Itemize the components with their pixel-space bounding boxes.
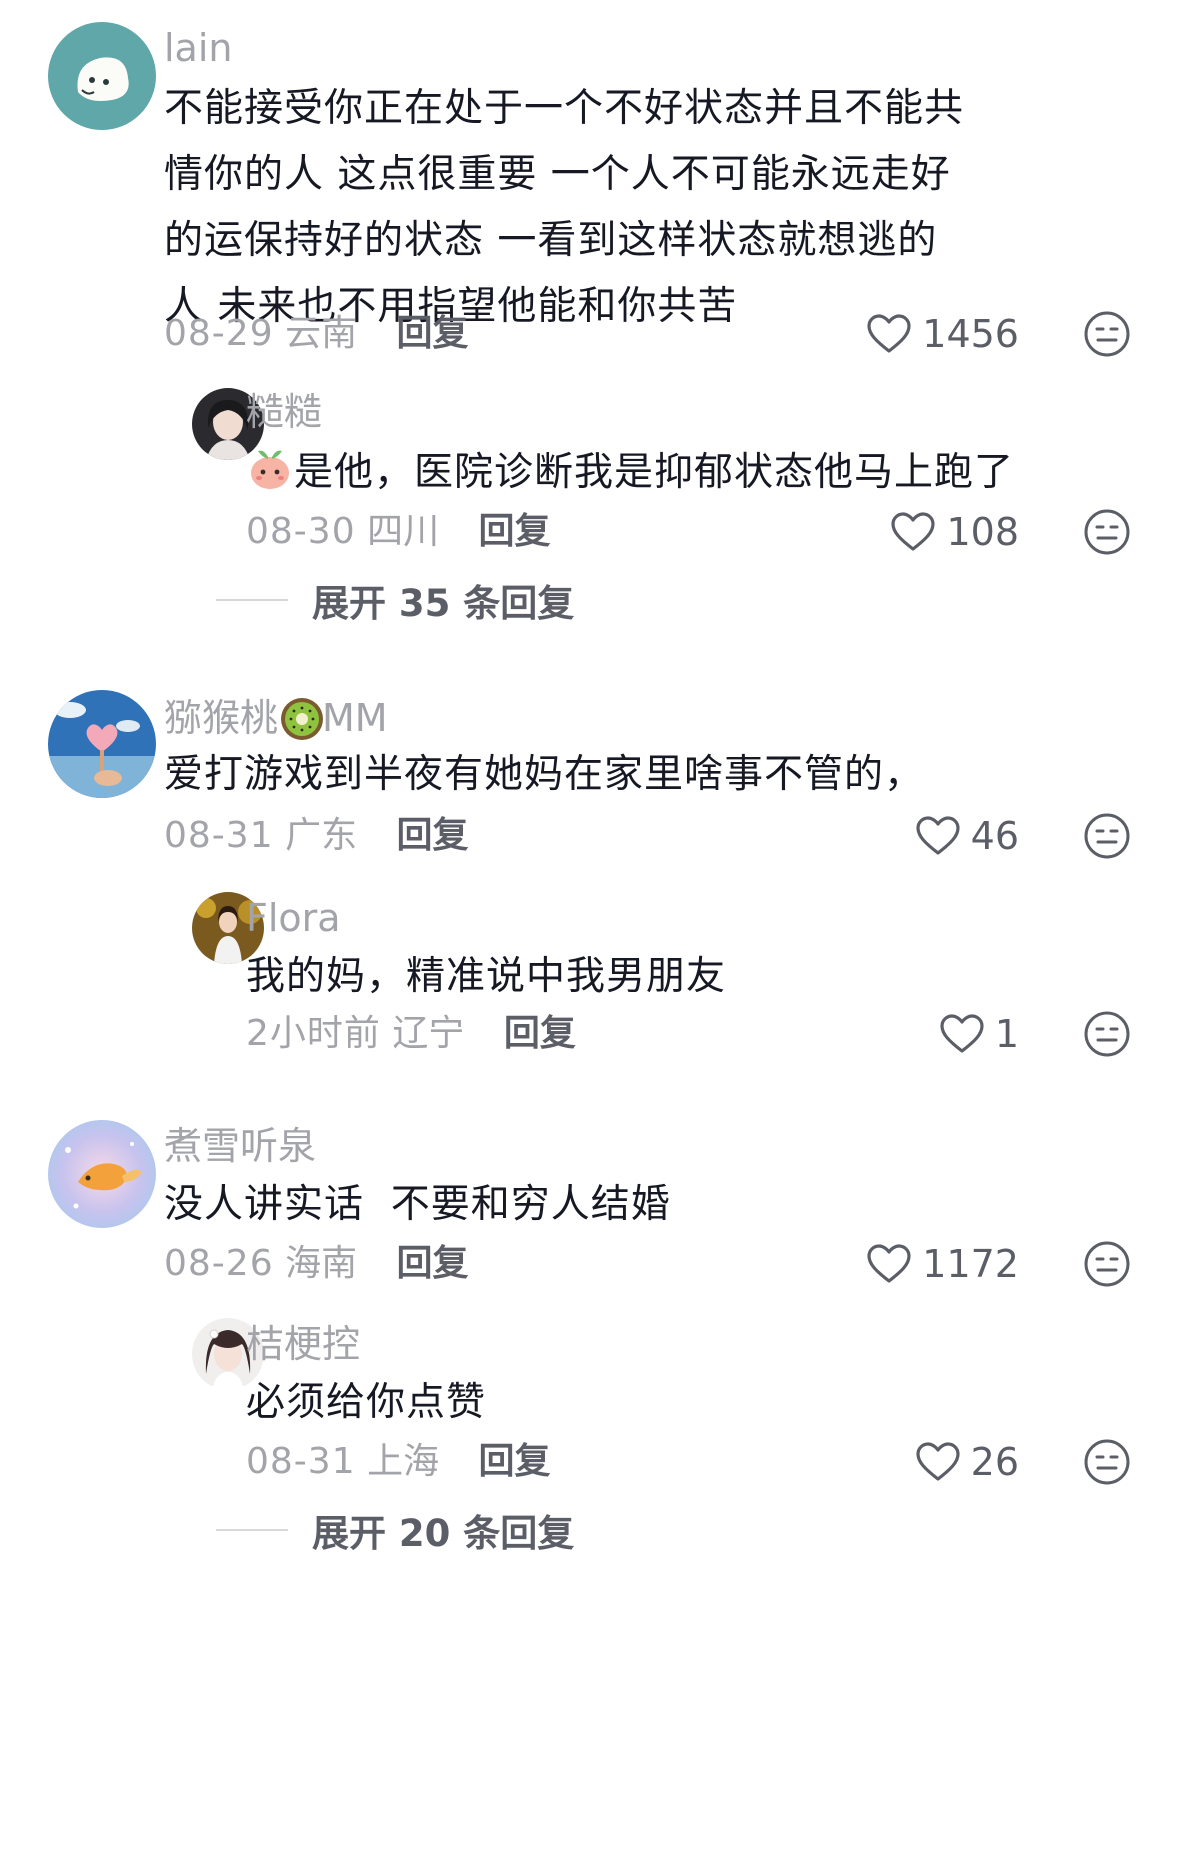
expand-replies-label: 展开 20 条回复 bbox=[312, 1512, 575, 1555]
like-button[interactable]: 26 bbox=[915, 1436, 1019, 1488]
like-count: 1456 bbox=[922, 312, 1019, 356]
comment-location: 云南 bbox=[285, 313, 358, 354]
comment-date: 08-29 bbox=[164, 313, 274, 354]
comment-location: 海南 bbox=[285, 1243, 358, 1284]
face-icon bbox=[1084, 813, 1130, 859]
expand-replies-label: 展开 35 条回复 bbox=[312, 582, 575, 625]
reply-text-content: 是他，医院诊断我是抑郁状态他马上跑了 bbox=[294, 450, 1015, 495]
avatar[interactable] bbox=[48, 690, 156, 798]
face-icon bbox=[1084, 311, 1130, 357]
face-icon bbox=[1084, 1011, 1130, 1057]
heart-icon bbox=[916, 816, 960, 855]
avatar-cartoon-icon bbox=[48, 22, 156, 130]
reply-username[interactable]: Flora bbox=[246, 894, 341, 942]
face-icon bbox=[1084, 1241, 1130, 1287]
reply-text: 我的妈，精准说中我男朋友 bbox=[246, 954, 727, 999]
reply-button[interactable]: 回复 bbox=[397, 1243, 469, 1284]
kiwi-emoji-icon bbox=[278, 695, 324, 740]
reply-username[interactable]: 桔梗控 bbox=[246, 1320, 360, 1368]
comment-date: 08-26 bbox=[164, 1243, 274, 1284]
comment-username[interactable]: lain bbox=[164, 24, 233, 72]
divider-line bbox=[216, 1529, 288, 1531]
reply-meta: 08-30 四川 回复 bbox=[246, 508, 551, 556]
like-button[interactable]: 46 bbox=[915, 810, 1019, 862]
emoji-reaction-button[interactable] bbox=[1083, 812, 1131, 860]
avatar-photo-icon bbox=[48, 690, 156, 798]
reply-button[interactable]: 回复 bbox=[397, 313, 469, 354]
like-count: 1172 bbox=[922, 1242, 1019, 1286]
reply-text: 是他，医院诊断我是抑郁状态他马上跑了 bbox=[246, 440, 1013, 506]
comment-username[interactable]: 猕猴桃 MM bbox=[164, 694, 388, 742]
avatar[interactable] bbox=[48, 1120, 156, 1228]
reply-date: 08-30 bbox=[246, 511, 356, 552]
emoji-reaction-button[interactable] bbox=[1083, 508, 1131, 556]
comment-location: 广东 bbox=[285, 815, 358, 856]
reply-button[interactable]: 回复 bbox=[397, 815, 469, 856]
comment-text: 不能接受你正在处于一个不好状态并且不能共情你的人 这点很重要 一个人不可能永远走… bbox=[164, 86, 965, 329]
reply-button[interactable]: 回复 bbox=[504, 1013, 576, 1054]
reply-button[interactable]: 回复 bbox=[479, 1441, 551, 1482]
heart-icon bbox=[867, 314, 911, 353]
reply-meta: 08-31 上海 回复 bbox=[246, 1438, 551, 1486]
emoji-reaction-button[interactable] bbox=[1083, 1010, 1131, 1058]
heart-icon bbox=[916, 1442, 960, 1481]
comment-meta: 08-26 海南 回复 bbox=[164, 1240, 469, 1288]
reply-location: 上海 bbox=[367, 1441, 440, 1482]
expand-replies-button[interactable]: 展开 20 条回复 bbox=[216, 1506, 575, 1555]
like-button[interactable]: 1456 bbox=[866, 308, 1019, 360]
like-button[interactable]: 108 bbox=[890, 506, 1019, 558]
emoji-reaction-button[interactable] bbox=[1083, 1240, 1131, 1288]
username-text: 猕猴桃 bbox=[164, 696, 279, 740]
face-icon bbox=[1084, 509, 1130, 555]
avatar[interactable] bbox=[48, 22, 156, 130]
reply-button[interactable]: 回复 bbox=[479, 511, 551, 552]
comment-meta: 08-31 广东 回复 bbox=[164, 812, 469, 860]
like-count: 46 bbox=[970, 814, 1019, 858]
reply-date: 08-31 bbox=[246, 1441, 356, 1482]
reply-username[interactable]: 糙糙 bbox=[246, 388, 322, 436]
heart-icon bbox=[940, 1014, 984, 1053]
peach-face-emoji-icon bbox=[246, 445, 294, 493]
comment-text: 爱打游戏到半夜有她妈在家里啥事不管的， bbox=[164, 752, 925, 797]
like-count: 26 bbox=[970, 1440, 1019, 1484]
emoji-reaction-button[interactable] bbox=[1083, 1438, 1131, 1486]
face-icon bbox=[1084, 1439, 1130, 1485]
comment-username[interactable]: 煮雪听泉 bbox=[164, 1122, 316, 1170]
username-suffix: MM bbox=[322, 696, 388, 740]
comment-date: 08-31 bbox=[164, 815, 274, 856]
heart-icon bbox=[867, 1244, 911, 1283]
reply-location: 辽宁 bbox=[392, 1013, 465, 1054]
reply-date: 2小时前 bbox=[246, 1013, 381, 1054]
like-count: 1 bbox=[994, 1012, 1019, 1056]
emoji-reaction-button[interactable] bbox=[1083, 310, 1131, 358]
like-count: 108 bbox=[946, 510, 1019, 554]
reply-text: 必须给你点赞 bbox=[246, 1380, 487, 1425]
avatar-koi-icon bbox=[48, 1120, 156, 1228]
expand-replies-button[interactable]: 展开 35 条回复 bbox=[216, 576, 575, 625]
like-button[interactable]: 1172 bbox=[866, 1238, 1019, 1290]
comment-meta: 08-29 云南 回复 bbox=[164, 310, 469, 358]
divider-line bbox=[216, 599, 288, 601]
reply-location: 四川 bbox=[367, 511, 440, 552]
heart-icon bbox=[891, 512, 936, 551]
like-button[interactable]: 1 bbox=[939, 1008, 1019, 1060]
reply-meta: 2小时前 辽宁 回复 bbox=[246, 1010, 576, 1058]
comment-text: 没人讲实话 不要和穷人结婚 bbox=[164, 1182, 671, 1227]
